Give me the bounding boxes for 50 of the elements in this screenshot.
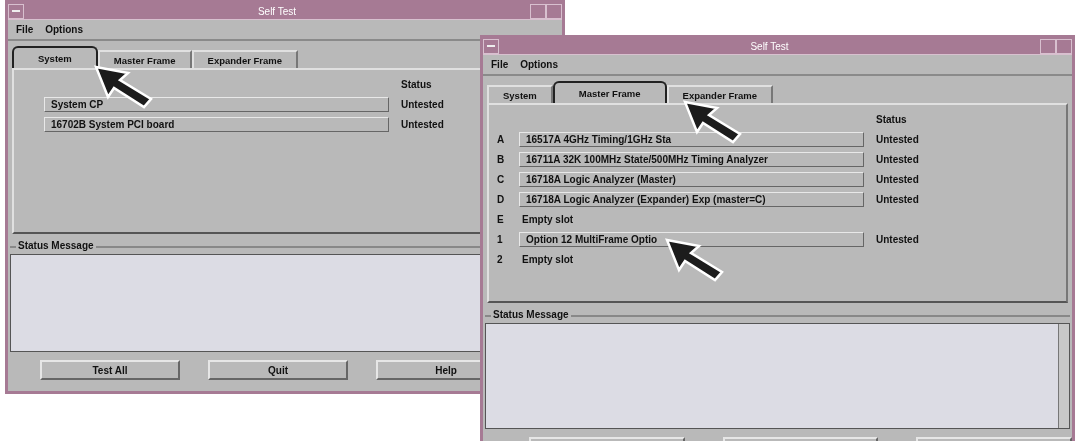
module-field: Option 12 MultiFrame Optio	[519, 232, 864, 247]
module-field: 16718A Logic Analyzer (Expander) Exp (master=C)	[519, 192, 864, 207]
slot-label: E	[497, 214, 505, 225]
slot-label: D	[497, 194, 506, 205]
minimize-button[interactable]	[530, 3, 546, 19]
group-label: Status Message	[491, 309, 571, 320]
status-text: Untested	[400, 119, 444, 130]
scrollbar[interactable]	[1058, 324, 1069, 428]
module-field: 16718A Logic Analyzer (Master)	[519, 172, 864, 187]
module-field: 16702B System PCI board	[44, 117, 389, 132]
status-text: Untested	[875, 154, 919, 165]
slot-label: 2	[497, 254, 504, 265]
minimize-button[interactable]	[1040, 38, 1056, 54]
slot-label: A	[497, 134, 506, 145]
menu-item[interactable]: File	[489, 59, 511, 70]
tab[interactable]: Expander Frame	[666, 85, 774, 103]
window-title: Self Test	[749, 40, 790, 52]
column-header: Status	[400, 79, 432, 90]
module-field: System CP	[44, 97, 389, 112]
slot-label: B	[497, 154, 506, 165]
empty-slot-text: Empty slot	[521, 254, 574, 265]
push-button[interactable]: Test All	[40, 360, 180, 380]
status-text: Untested	[875, 234, 919, 245]
column-header: Status	[875, 114, 907, 125]
tab[interactable]: Master Frame	[552, 81, 667, 103]
menu-item[interactable]: File	[14, 24, 36, 35]
pointer-arrow-icon	[665, 238, 725, 282]
window-menu-button[interactable]	[8, 3, 24, 19]
module-field: 16711A 32K 100MHz State/500MHz Timing Analyzer	[519, 152, 864, 167]
slot-label: 1	[497, 234, 504, 245]
menu-item[interactable]: Options	[43, 24, 85, 35]
push-button[interactable]: Quit	[208, 360, 348, 380]
status-text: Untested	[875, 174, 919, 185]
maximize-button[interactable]	[1056, 38, 1072, 54]
window-menu-button[interactable]	[483, 38, 499, 54]
slot-label: C	[497, 174, 506, 185]
tab[interactable]: System	[12, 46, 98, 68]
tab[interactable]: System	[487, 85, 553, 103]
empty-slot-text: Empty slot	[521, 214, 574, 225]
tab[interactable]: Expander Frame	[191, 50, 299, 68]
tab[interactable]: Master Frame	[97, 50, 192, 68]
status-text: Untested	[400, 99, 444, 110]
module-field: 16517A 4GHz Timing/1GHz Sta	[519, 132, 864, 147]
pointer-arrow-icon	[683, 100, 743, 144]
group-label: Status Message	[16, 240, 96, 251]
status-text: Untested	[875, 134, 919, 145]
menu-item[interactable]: Options	[518, 59, 560, 70]
status-text: Untested	[875, 194, 919, 205]
maximize-button[interactable]	[546, 3, 562, 19]
window-title: Self Test	[256, 5, 298, 17]
